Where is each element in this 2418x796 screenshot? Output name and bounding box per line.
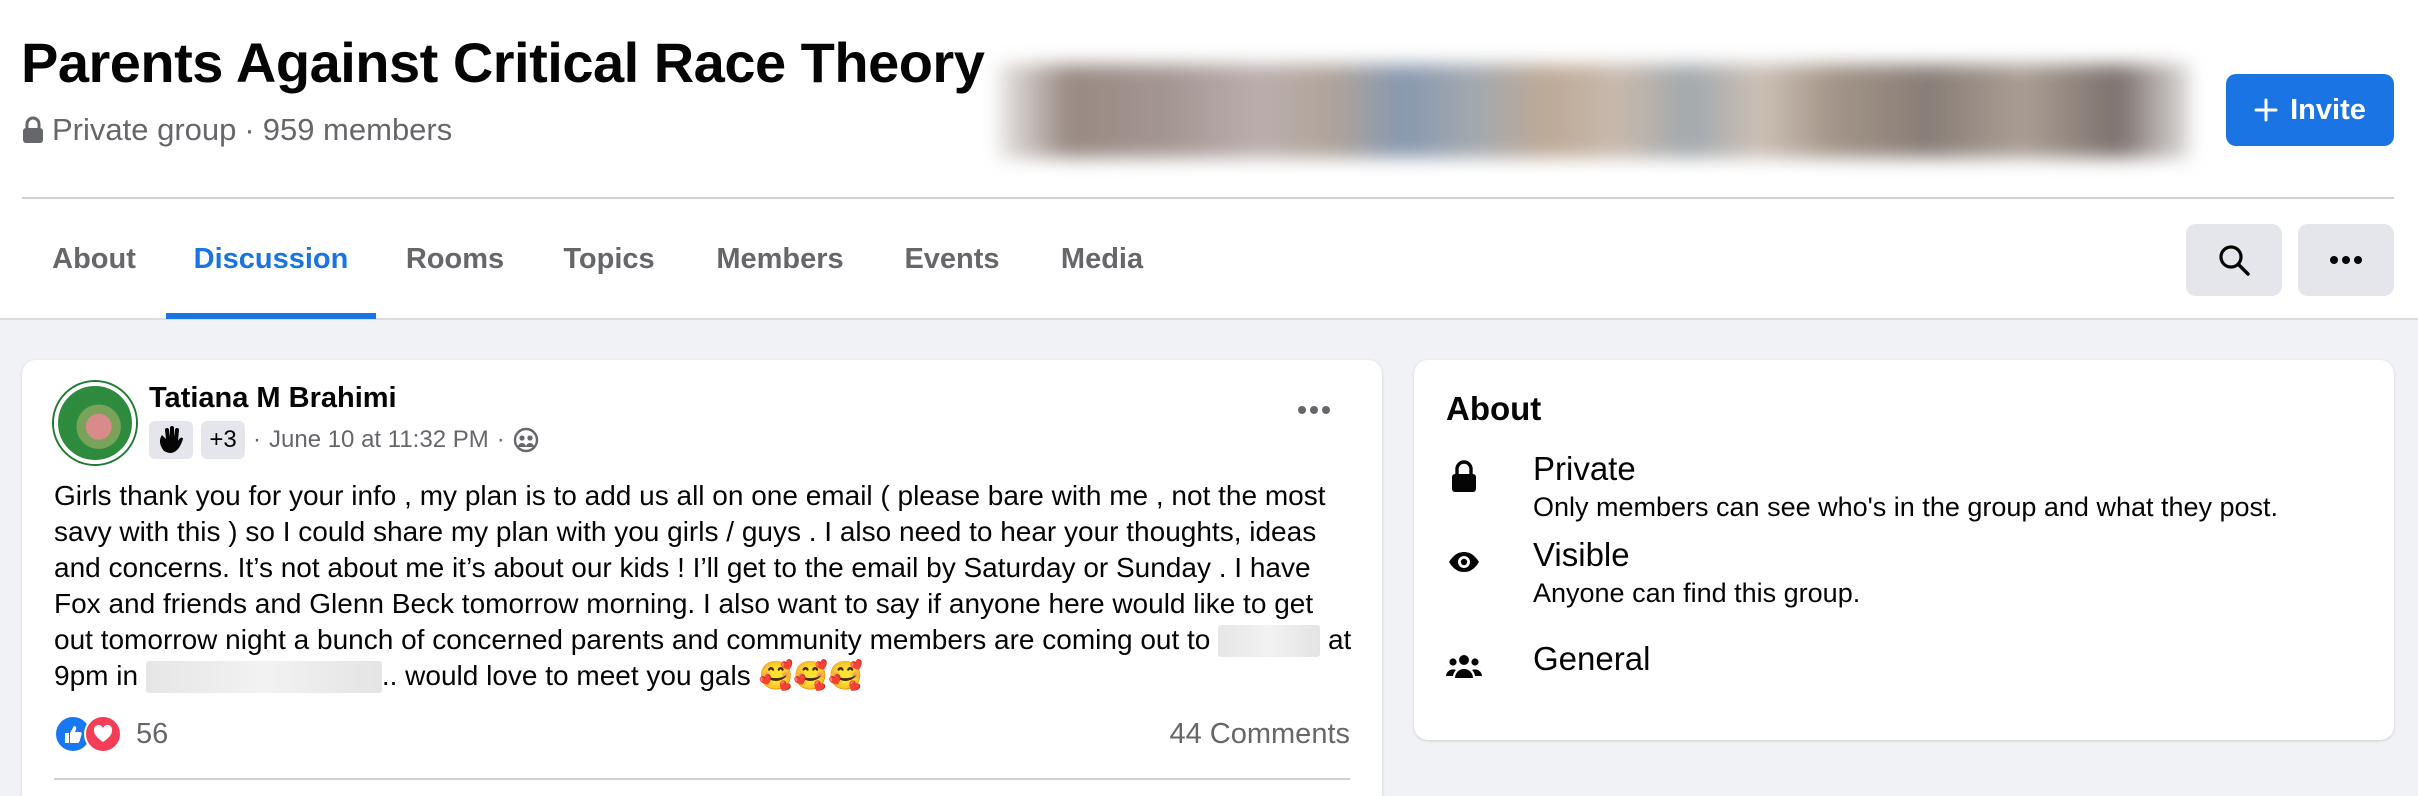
group-audience-icon [513, 427, 538, 453]
member-avatars-strip[interactable] [998, 64, 2190, 158]
tab-media[interactable]: Media [1038, 200, 1166, 318]
love-icon [84, 715, 122, 753]
about-card: About Private Only members can see who's… [1414, 360, 2394, 740]
privacy-label[interactable]: Private group [52, 112, 236, 148]
about-item-desc: Only members can see who's in the group … [1533, 492, 2279, 522]
tab-about[interactable]: About [32, 200, 156, 318]
people-icon [1446, 648, 1482, 684]
meta-separator: · [244, 112, 255, 147]
group-header: Parents Against Critical Race Theory Pri… [0, 0, 2418, 320]
eye-icon [1446, 544, 1482, 580]
redacted-town [145, 661, 382, 693]
more-icon [1298, 406, 1330, 414]
post-date[interactable]: June 10 at 11:32 PM [269, 426, 489, 454]
more-icon [2330, 256, 2362, 264]
lock-icon [23, 116, 43, 143]
member-badge[interactable] [149, 421, 193, 459]
member-count[interactable]: 959 members [263, 112, 453, 148]
redacted-location [1218, 625, 1321, 657]
invite-label: Invite [2290, 93, 2366, 126]
header-divider [22, 197, 2394, 199]
author-avatar[interactable] [54, 382, 136, 464]
reactions-summary[interactable]: 56 [54, 712, 168, 756]
group-name[interactable]: Parents Against Critical Race Theory [21, 30, 985, 95]
about-item-desc: Anyone can find this group. [1533, 578, 1861, 608]
tab-topics[interactable]: Topics [534, 200, 684, 318]
tab-events[interactable]: Events [876, 200, 1028, 318]
post-options-button[interactable] [1290, 400, 1338, 420]
invite-button[interactable]: Invite [2226, 74, 2394, 146]
tab-discussion[interactable]: Discussion [166, 200, 376, 319]
more-options-button[interactable] [2298, 224, 2394, 296]
search-icon [2219, 245, 2250, 276]
post-card: Tatiana M Brahimi +3 · June 10 at 11:32 … [22, 360, 1382, 796]
post-text-part1: Girls thank you for your info , my plan … [54, 480, 1326, 655]
tab-rooms[interactable]: Rooms [386, 200, 524, 318]
plus-icon [2254, 98, 2278, 122]
tab-members[interactable]: Members [694, 200, 866, 318]
about-item-title: Visible [1533, 536, 1630, 573]
post-text: Girls thank you for your info , my plan … [54, 478, 1354, 694]
search-button[interactable] [2186, 224, 2282, 296]
about-item-title: General [1533, 640, 1651, 677]
lock-icon [1446, 458, 1482, 494]
group-meta: Private group · 959 members [22, 112, 452, 148]
meta-dot: · [253, 426, 261, 453]
about-title: About [1446, 390, 1542, 427]
meta-dot-2: · [496, 426, 505, 453]
post-divider [54, 778, 1350, 780]
post-meta: +3 · June 10 at 11:32 PM · [149, 420, 539, 460]
wave-hand-icon [159, 426, 183, 453]
reaction-count: 56 [136, 717, 169, 750]
more-badges[interactable]: +3 [201, 421, 245, 459]
about-item-title: Private [1533, 450, 1636, 487]
post-author[interactable]: Tatiana M Brahimi [149, 382, 397, 415]
comments-count[interactable]: 44 Comments [1169, 718, 1350, 751]
post-text-part3: .. would love to meet you gals 🥰🥰🥰 [381, 660, 864, 691]
